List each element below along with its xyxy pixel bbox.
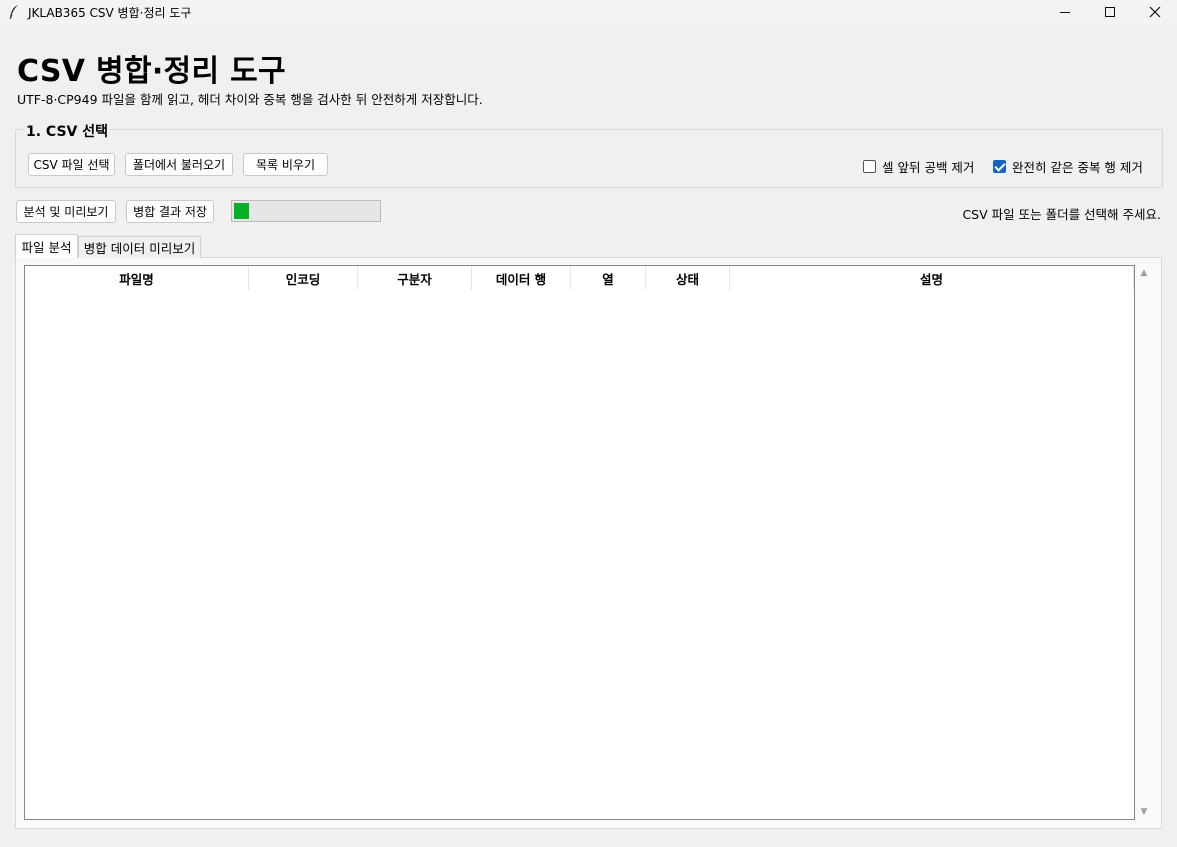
maximize-icon <box>1105 7 1115 17</box>
status-text: CSV 파일 또는 폴더를 선택해 주세요. <box>962 207 1161 222</box>
page-title: CSV 병합·정리 도구 <box>17 54 286 89</box>
minimize-icon <box>1060 11 1070 13</box>
table-header: 파일명 인코딩 구분자 데이터 행 열 상태 설명 <box>25 266 1134 290</box>
group-title: 1. CSV 선택 <box>24 121 111 141</box>
column-header-description[interactable]: 설명 <box>730 266 1134 290</box>
scroll-up-arrow-icon[interactable]: ▲ <box>1138 268 1150 278</box>
column-header-columns[interactable]: 열 <box>571 266 646 290</box>
trim-spaces-label: 셀 앞뒤 공백 제거 <box>882 160 975 175</box>
title-bar: JKLAB365 CSV 병합·정리 도구 <box>0 0 1177 24</box>
tab-merged-preview[interactable]: 병합 데이터 미리보기 <box>78 236 201 258</box>
window-title: JKLAB365 CSV 병합·정리 도구 <box>28 6 192 20</box>
select-csv-button[interactable]: CSV 파일 선택 <box>28 153 115 176</box>
load-folder-button[interactable]: 폴더에서 불러오기 <box>125 153 233 176</box>
file-analysis-table: 파일명 인코딩 구분자 데이터 행 열 상태 설명 <box>24 265 1135 820</box>
remove-duplicates-option[interactable]: 완전히 같은 중복 행 제거 <box>993 157 1143 176</box>
close-icon <box>1149 6 1161 18</box>
progress-bar <box>231 200 381 222</box>
column-header-data-rows[interactable]: 데이터 행 <box>472 266 571 290</box>
remove-duplicates-checkbox[interactable] <box>993 160 1006 173</box>
column-header-filename[interactable]: 파일명 <box>25 266 249 290</box>
page-subtitle: UTF-8·CP949 파일을 함께 읽고, 헤더 차이와 중복 행을 검사한 … <box>17 92 483 107</box>
save-merged-button[interactable]: 병합 결과 저장 <box>126 200 214 223</box>
trim-spaces-option[interactable]: 셀 앞뒤 공백 제거 <box>863 157 974 176</box>
minimize-button[interactable] <box>1042 0 1088 24</box>
progress-fill <box>234 203 249 219</box>
column-header-status[interactable]: 상태 <box>646 266 730 290</box>
scroll-down-arrow-icon[interactable]: ▼ <box>1138 807 1150 817</box>
app-window: JKLAB365 CSV 병합·정리 도구 CSV 병합·정리 도구 UTF-8… <box>0 0 1177 847</box>
clear-list-button[interactable]: 목록 비우기 <box>243 153 328 176</box>
column-header-encoding[interactable]: 인코딩 <box>249 266 358 290</box>
analyze-preview-button[interactable]: 분석 및 미리보기 <box>16 200 116 223</box>
tab-file-analysis[interactable]: 파일 분석 <box>15 234 78 258</box>
column-header-delimiter[interactable]: 구분자 <box>358 266 472 290</box>
feather-icon <box>9 5 18 20</box>
maximize-button[interactable] <box>1087 0 1133 24</box>
close-button[interactable] <box>1132 0 1177 24</box>
remove-duplicates-label: 완전히 같은 중복 행 제거 <box>1012 160 1143 175</box>
trim-spaces-checkbox[interactable] <box>863 160 876 173</box>
